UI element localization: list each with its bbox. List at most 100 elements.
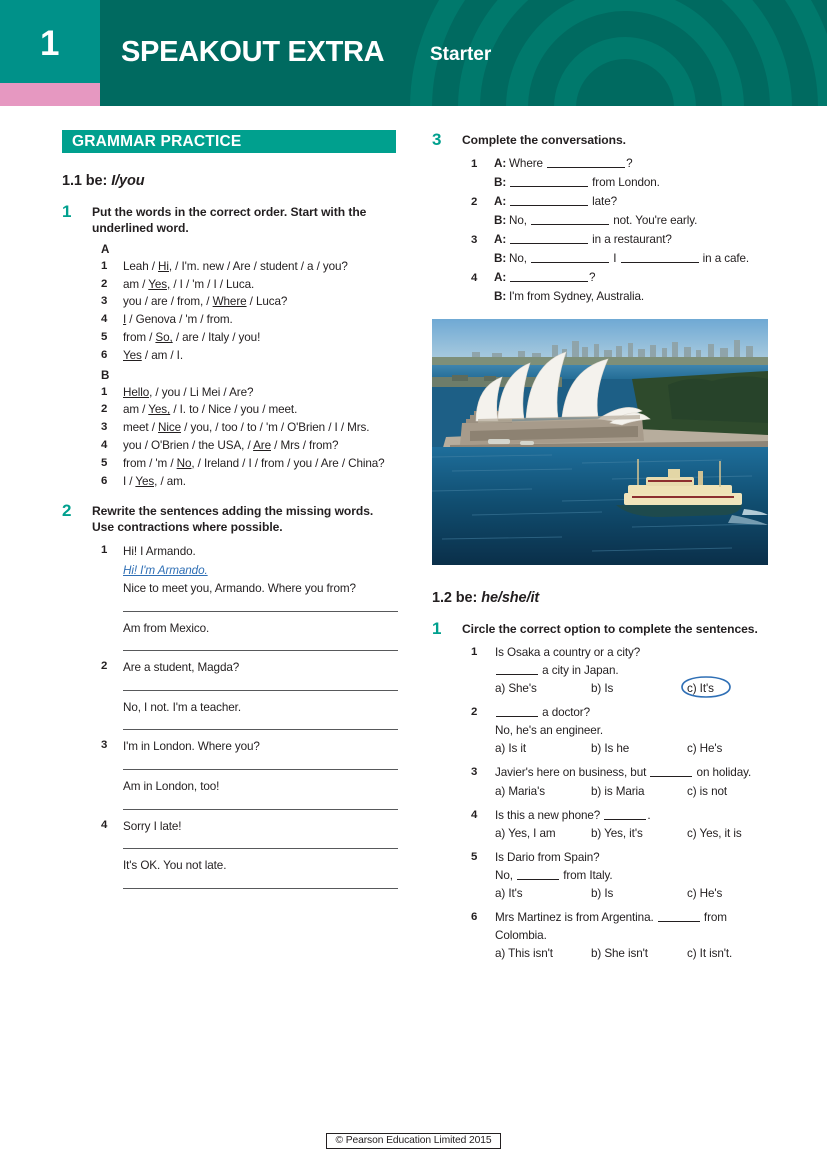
conversation-line: A: Where ? [494, 155, 772, 174]
option-a[interactable]: a) Maria's [495, 783, 545, 801]
option-b[interactable]: b) Is he [591, 740, 629, 758]
answer-blank[interactable] [531, 252, 610, 263]
answer-blank[interactable] [510, 195, 588, 206]
option-a[interactable]: a) It's [495, 885, 523, 903]
answer-blank[interactable] [510, 233, 588, 244]
section-heading-grammar-practice: GRAMMAR PRACTICE [62, 130, 396, 153]
item-number: 5 [471, 851, 478, 864]
answer-blank[interactable] [657, 911, 700, 923]
multiple-choice-item: 2 a doctor? No, he's an engineer. a) Is it… [471, 704, 772, 757]
item-number: 6 [471, 911, 478, 924]
item-number: 3 [471, 233, 478, 246]
exercise-rubric: Rewrite the sentences adding the missing… [92, 504, 374, 535]
answer-write-line[interactable] [123, 848, 398, 850]
option-b[interactable]: b) Yes, it's [591, 825, 643, 843]
answer-blank[interactable] [517, 869, 560, 880]
speaker-label: B: [494, 289, 507, 303]
grammar-point-heading-1-2: 1.2 be: he/she/it [432, 590, 772, 606]
answer-blank[interactable] [604, 809, 647, 820]
conversation-line: B: from London. [494, 174, 772, 193]
exercise-3-items: 1 A: Where ? B: from London. 2 A: late? B: No, … [462, 155, 772, 307]
right-column-lower: 1.2 be: he/she/it 1 Circle the correct o… [432, 590, 772, 976]
item-number: 5 [101, 331, 108, 344]
option-row: a) This isn't b) She isn't c) It isn't. [495, 945, 772, 962]
option-b[interactable]: b) is Maria [591, 783, 645, 801]
multiple-choice-item: 1 Is Osaka a country or a city? a city in… [471, 644, 772, 698]
option-b[interactable]: b) Is [591, 680, 613, 698]
underlined-word: Are [253, 438, 271, 452]
answer-write-line[interactable] [123, 729, 398, 731]
gp-number: 1.1 [62, 173, 82, 189]
item-number: 3 [471, 766, 478, 779]
answer-blank[interactable] [496, 664, 538, 675]
exercise-3: 3 Complete the conversations. 1 A: Where ?… [432, 130, 772, 307]
option-c[interactable]: c) It isn't. [687, 945, 732, 963]
item-number: 3 [101, 739, 108, 752]
option-c[interactable]: c) Yes, it is [687, 825, 742, 843]
underlined-word: Hello, [123, 385, 153, 399]
option-b[interactable]: b) Is [591, 885, 613, 903]
answer-write-line[interactable] [123, 808, 398, 810]
brand-title: SPEAKOUT EXTRA [121, 36, 385, 68]
item-number: 1 [101, 259, 108, 272]
exercise-number: 3 [432, 130, 442, 149]
gp-number: 1.2 [432, 590, 452, 606]
answer-blank[interactable] [531, 214, 610, 225]
word-order-item: 6I / Yes, / am. [101, 473, 398, 491]
group-label: B [101, 368, 110, 382]
speaker-label: B: [494, 251, 507, 265]
option-c[interactable]: c) He's [687, 740, 722, 758]
item-number: 4 [471, 271, 478, 284]
answer-blank[interactable] [510, 176, 588, 187]
answer-blank[interactable] [510, 271, 588, 282]
prompt-sentence: Nice to meet you, Armando. Where you fro… [123, 582, 356, 596]
option-c[interactable]: c) It's [681, 676, 731, 698]
exercise-number: 1 [432, 619, 442, 638]
prompt-sentence: Sorry I late! [123, 819, 182, 833]
answer-blank[interactable] [496, 706, 538, 718]
option-a[interactable]: a) This isn't [495, 945, 553, 963]
gp-forms: he/she/it [481, 590, 540, 606]
option-a[interactable]: a) Is it [495, 740, 526, 758]
speaker-label: A: [494, 270, 507, 284]
speaker-label: B: [494, 175, 507, 189]
prompt-sentence: No, I not. I'm a teacher. [123, 700, 241, 714]
answer-write-line[interactable] [123, 769, 398, 771]
sydney-opera-house-photo [432, 319, 768, 565]
option-row: a) Is it b) Is he c) He's [495, 740, 772, 757]
word-order-item: 5 from / 'm / No, / Ireland / I / from / … [101, 455, 398, 473]
question-stem: Is Dario from Spain? [495, 851, 600, 865]
answer-write-line[interactable] [123, 887, 398, 889]
prompt-sentence: Are a student, Magda? [123, 661, 240, 675]
answer-write-line[interactable] [123, 689, 398, 691]
item-number: 1 [471, 645, 478, 658]
word-order-list: 1 Leah / Hi, / I'm. new / Are / student /… [92, 258, 398, 365]
conversation-item: 4 A:? B: I'm from Sydney, Australia. [471, 269, 772, 307]
gp-be-label: be: [85, 173, 108, 189]
left-column: GRAMMAR PRACTICE 1.1 be: I/you 1 Put the… [62, 130, 398, 903]
prompt-sentence: It's OK. You not late. [123, 859, 227, 873]
answer-blank[interactable] [547, 157, 626, 168]
exercise-1: 1 Put the words in the correct order. St… [62, 202, 398, 491]
answer-blank[interactable] [620, 252, 699, 263]
rewrite-item: 2 Are a student, Magda? No, I not. I'm a t… [101, 658, 398, 731]
item-number: 4 [101, 438, 108, 451]
item-number: 1 [101, 385, 108, 398]
pink-accent-bar [0, 83, 100, 106]
option-c[interactable]: c) is not [687, 783, 727, 801]
underlined-word: Yes [123, 348, 142, 362]
option-a[interactable]: a) Yes, I am [495, 825, 556, 843]
answer-write-line[interactable] [123, 650, 398, 652]
item-number: 3 [101, 295, 108, 308]
item-number: 1 [101, 544, 108, 557]
option-c[interactable]: c) He's [687, 885, 722, 903]
option-b[interactable]: b) She isn't [591, 945, 648, 963]
answer-blank[interactable] [650, 766, 693, 778]
conversation-item: 1 A: Where ? B: from London. [471, 155, 772, 193]
option-a[interactable]: a) She's [495, 680, 537, 698]
unit-number: 1 [40, 23, 60, 63]
prompt-sentence: Hi! I Armando. [123, 545, 196, 559]
answer-write-line[interactable] [123, 610, 398, 612]
speaker-label: A: [494, 156, 507, 170]
question-stem: a doctor? [495, 704, 772, 722]
